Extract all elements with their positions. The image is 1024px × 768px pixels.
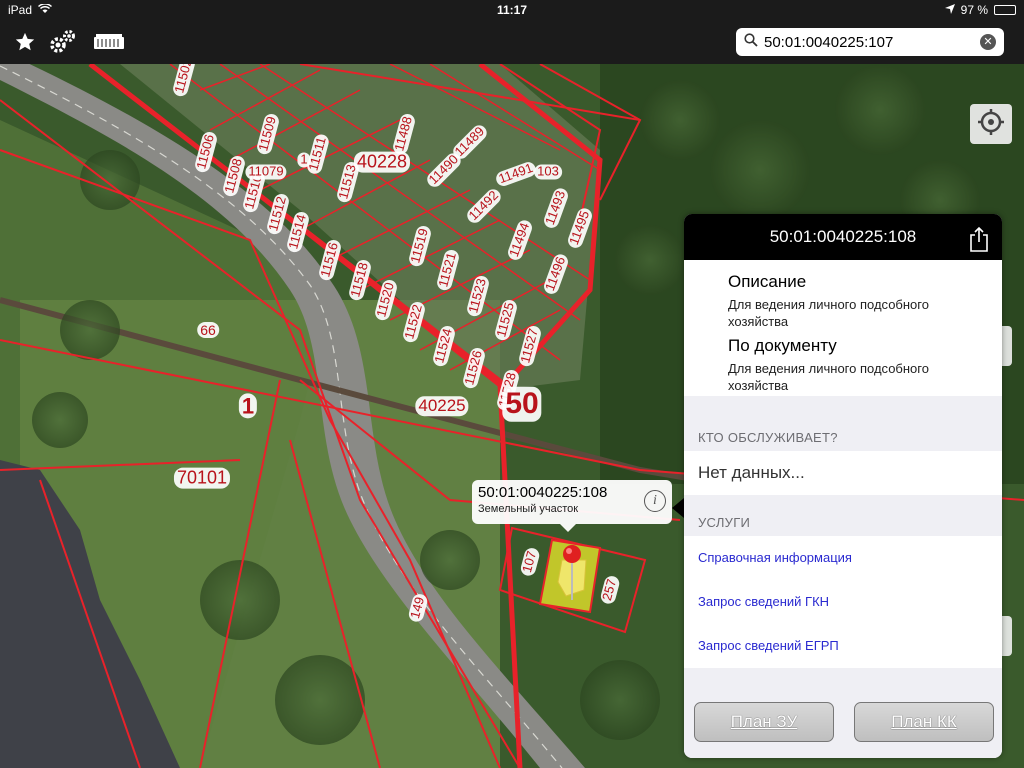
locate-me-button[interactable] — [970, 104, 1012, 144]
edge-tab[interactable] — [1002, 326, 1012, 366]
panel-pointer — [672, 498, 684, 518]
edge-tab[interactable] — [1002, 616, 1012, 656]
search-icon — [744, 32, 758, 52]
description-block: Описание Для ведения личного подсобного … — [684, 260, 1002, 396]
parcel-callout[interactable]: 50:01:0040225:108 Земельный участок i — [472, 480, 672, 532]
block-label: 1 — [238, 393, 258, 419]
search-input[interactable] — [764, 33, 980, 51]
plan-kk-button[interactable]: План КК — [854, 702, 994, 742]
callout-title: 50:01:0040225:108 — [478, 484, 608, 501]
info-icon[interactable]: i — [644, 490, 666, 512]
block-label: 50 — [502, 386, 542, 422]
block-label: 70101 — [173, 467, 231, 489]
service-link-gkn[interactable]: Запрос сведений ГКН — [684, 580, 1002, 624]
status-time: 11:17 — [496, 3, 528, 17]
block-label: 40228 — [353, 151, 411, 173]
description-text: Для ведения личного подсобного хозяйства — [728, 297, 929, 329]
layers-icon[interactable] — [92, 28, 126, 56]
block-label: 40225 — [415, 396, 469, 416]
battery-percent: 97 % — [960, 3, 988, 17]
location-arrow-icon — [944, 3, 955, 17]
panel-header: 50:01:0040225:108 — [684, 214, 1002, 260]
map-pin-icon[interactable] — [562, 544, 582, 604]
services-header: УСЛУГИ — [698, 515, 751, 530]
star-icon[interactable] — [10, 28, 40, 56]
app-root: iPad 11:17 97 % 50:01:0040225:107 ✕ 1150… — [0, 0, 1024, 768]
share-icon[interactable] — [968, 224, 990, 252]
service-org-value: Нет данных... — [684, 451, 1002, 495]
panel-title: 50:01:0040225:108 — [769, 227, 917, 246]
status-bar: iPad 11:17 97 % — [0, 0, 1024, 20]
parcel-label: 11079 — [245, 164, 287, 180]
service-link-egrp[interactable]: Запрос сведений ЕГРП — [684, 624, 1002, 668]
parcel-info-panel: 50:01:0040225:108 Описание Для ведения л… — [684, 214, 1002, 758]
clear-search-icon[interactable]: ✕ — [980, 34, 996, 50]
document-text: Для ведения личного подсобного хозяйства — [728, 361, 929, 393]
service-org-header: КТО ОБСЛУЖИВАЕТ? — [698, 430, 838, 445]
description-heading: Описание — [728, 272, 807, 291]
plan-zu-button[interactable]: План ЗУ — [694, 702, 834, 742]
battery-icon — [994, 5, 1016, 15]
parcel-label: 1 — [297, 152, 311, 168]
block-label: 66 — [197, 321, 219, 339]
callout-subtitle: Земельный участок — [478, 503, 579, 515]
parcel-label: 103 — [534, 164, 562, 180]
crosshair-icon — [977, 108, 1005, 141]
document-heading: По документу — [728, 336, 837, 355]
gears-icon[interactable] — [46, 28, 80, 56]
panel-button-row: План ЗУ План КК — [684, 688, 1002, 758]
service-link-reference[interactable]: Справочная информация — [684, 536, 1002, 580]
search-box[interactable]: ✕ — [736, 28, 1004, 56]
